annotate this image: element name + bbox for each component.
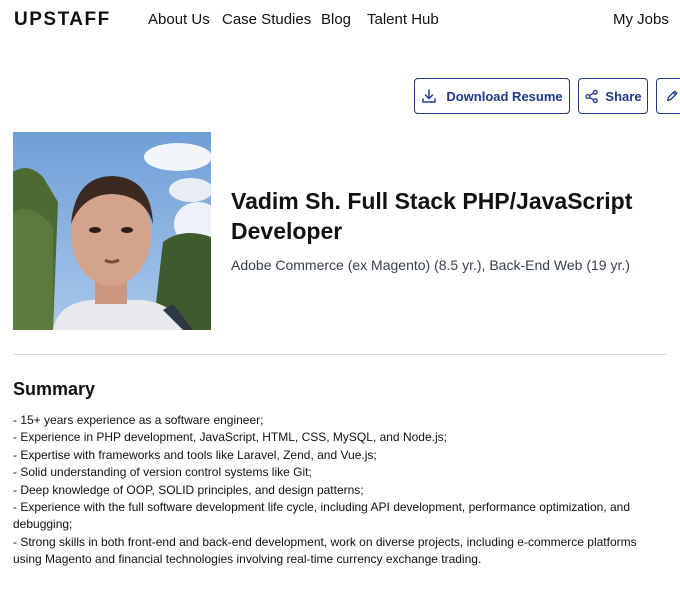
nav-link-about-us[interactable]: About Us	[148, 11, 210, 28]
pencil-icon	[665, 89, 679, 103]
share-icon	[584, 89, 599, 104]
top-nav: UPSTAFF About Us Case Studies Blog Talen…	[0, 0, 680, 40]
logo[interactable]: UPSTAFF	[14, 9, 111, 31]
summary-line: - Solid understanding of version control…	[13, 465, 312, 480]
nav-link-case-studies[interactable]: Case Studies	[222, 11, 311, 28]
nav-link-my-jobs[interactable]: My Jobs	[613, 11, 669, 28]
profile-photo	[13, 132, 211, 330]
download-resume-label: Download Resume	[446, 88, 563, 104]
summary-line: - 15+ years experience as a software eng…	[13, 413, 264, 427]
share-button[interactable]: Share	[578, 78, 648, 114]
summary-line: - Experience with the full software deve…	[13, 500, 630, 532]
summary-text: - 15+ years experience as a software eng…	[13, 412, 668, 569]
share-label: Share	[605, 88, 642, 104]
download-icon	[421, 88, 437, 104]
summary-line: - Expertise with frameworks and tools li…	[13, 447, 377, 462]
profile-subtitle: Adobe Commerce (ex Magento) (8.5 yr.), B…	[231, 257, 630, 273]
nav-link-blog[interactable]: Blog	[321, 11, 351, 28]
edit-button[interactable]	[656, 78, 680, 114]
nav-link-talent-hub[interactable]: Talent Hub	[367, 11, 439, 28]
summary-line: - Deep knowledge of OOP, SOLID principle…	[13, 482, 364, 497]
summary-line: - Experience in PHP development, JavaScr…	[13, 430, 447, 445]
page-title: Vadim Sh. Full Stack PHP/JavaScript Deve…	[231, 188, 633, 244]
download-resume-button[interactable]: Download Resume	[414, 78, 570, 114]
divider	[13, 354, 667, 355]
summary-line: - Strong skills in both front-end and ba…	[13, 534, 637, 567]
summary-heading: Summary	[13, 379, 96, 399]
